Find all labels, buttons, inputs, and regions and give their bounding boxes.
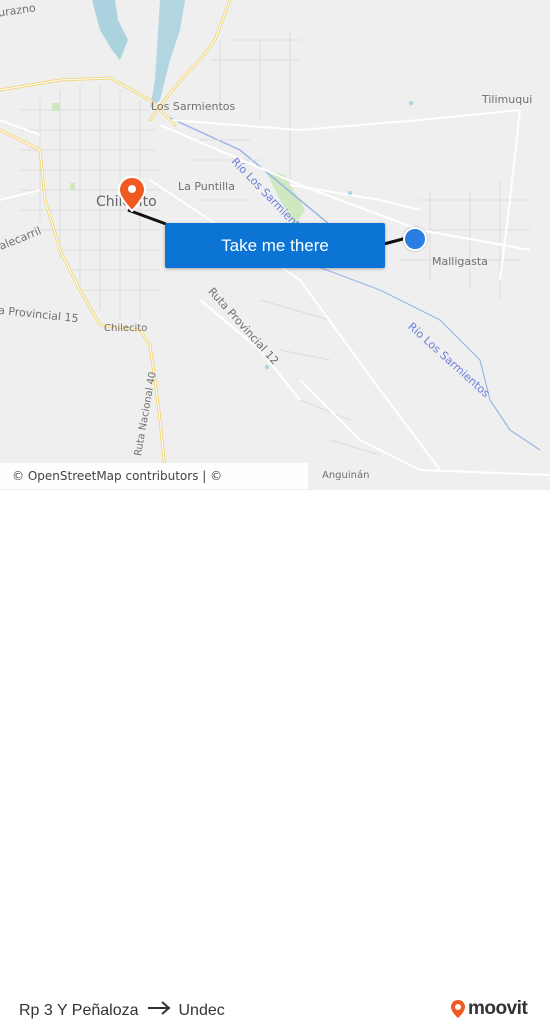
map[interactable]: urazno Los Sarmientos Tilimuqui La Punti… — [0, 0, 550, 490]
footer: Rp 3 Y Peñaloza Undec moovit — [0, 490, 550, 1019]
label-anguinan: Anguinán — [322, 470, 370, 481]
route-line-west — [127, 208, 167, 226]
label-malligasta: Malligasta — [432, 255, 488, 268]
label-la-puntilla: La Puntilla — [178, 180, 235, 193]
destination-pin-icon[interactable] — [117, 176, 147, 212]
moovit-pin-icon — [451, 1000, 465, 1018]
origin-marker[interactable] — [403, 227, 427, 251]
arrow-right-icon — [147, 1001, 171, 1020]
label-tilimuqui: Tilimuqui — [482, 93, 533, 106]
route-summary: Rp 3 Y Peñaloza Undec — [19, 1001, 225, 1020]
take-me-there-button[interactable]: Take me there — [165, 223, 385, 268]
map-attribution: © OpenStreetMap contributors | © OpenMap… — [0, 463, 308, 489]
label-los-sarmientos: Los Sarmientos — [151, 100, 236, 113]
label-chilecito-small: Chilecito — [104, 323, 148, 334]
moovit-logo: moovit — [450, 998, 528, 1020]
moovit-wordmark: moovit — [468, 998, 528, 1019]
route-destination: Undec — [178, 1001, 225, 1019]
route-origin: Rp 3 Y Peñaloza — [19, 1001, 139, 1019]
